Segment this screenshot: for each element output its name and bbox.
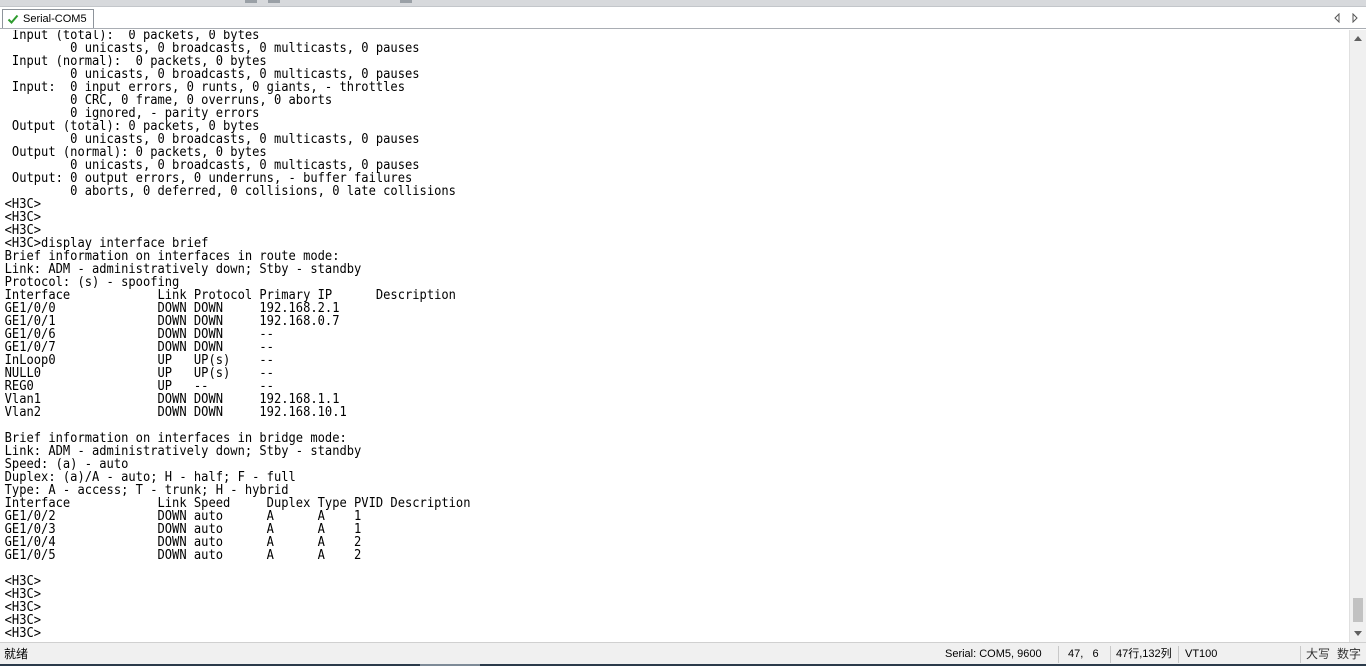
status-bar: 就绪 Serial: COM5, 9600 47, 6 47行,132列 VT1…: [0, 642, 1366, 666]
scroll-down-button[interactable]: [1350, 626, 1366, 642]
status-emulation: VT100: [1185, 648, 1218, 660]
scroll-up-button[interactable]: [1350, 30, 1366, 46]
triangle-left-icon: [1334, 13, 1340, 23]
status-caps: 大写: [1306, 647, 1331, 661]
arrow-up-icon: [1354, 36, 1362, 41]
session-tab-bar: Serial-COM5: [0, 7, 1366, 29]
toolbar-icon[interactable]: [400, 0, 412, 3]
terminal-line: <H3C>: [4, 626, 42, 641]
status-cursor: 47, 6: [1068, 648, 1099, 660]
terminal-text: Input (total): 0 packets, 0 bytes 0 unic…: [0, 30, 1255, 640]
check-icon: [7, 14, 19, 24]
vertical-scrollbar[interactable]: [1349, 30, 1366, 642]
scrollbar-thumb[interactable]: [1353, 598, 1363, 622]
status-rows-cols: 47行,132列: [1116, 648, 1172, 660]
tab-label: Serial-COM5: [23, 13, 87, 25]
toolbar-icon[interactable]: [245, 0, 257, 3]
triangle-right-icon: [1352, 13, 1358, 23]
tab-serial-com5[interactable]: Serial-COM5: [2, 9, 94, 28]
terminal-output[interactable]: Input (total): 0 packets, 0 bytes 0 unic…: [0, 30, 1349, 642]
terminal-line: GE1/0/5 DOWN auto A A 2: [4, 548, 362, 563]
status-connection: Serial: COM5, 9600: [945, 648, 1042, 660]
arrow-down-icon: [1354, 631, 1362, 636]
terminal-line: Vlan2 DOWN DOWN 192.168.10.1: [4, 405, 347, 420]
terminal-line: 0 aborts, 0 deferred, 0 collisions, 0 la…: [4, 184, 456, 199]
toolbar-strip: [0, 0, 1366, 7]
status-ready: 就绪: [4, 647, 29, 661]
tab-prev-button[interactable]: [1330, 11, 1344, 25]
toolbar-icon[interactable]: [268, 0, 280, 3]
tab-next-button[interactable]: [1348, 11, 1362, 25]
status-num: 数字: [1337, 647, 1362, 661]
